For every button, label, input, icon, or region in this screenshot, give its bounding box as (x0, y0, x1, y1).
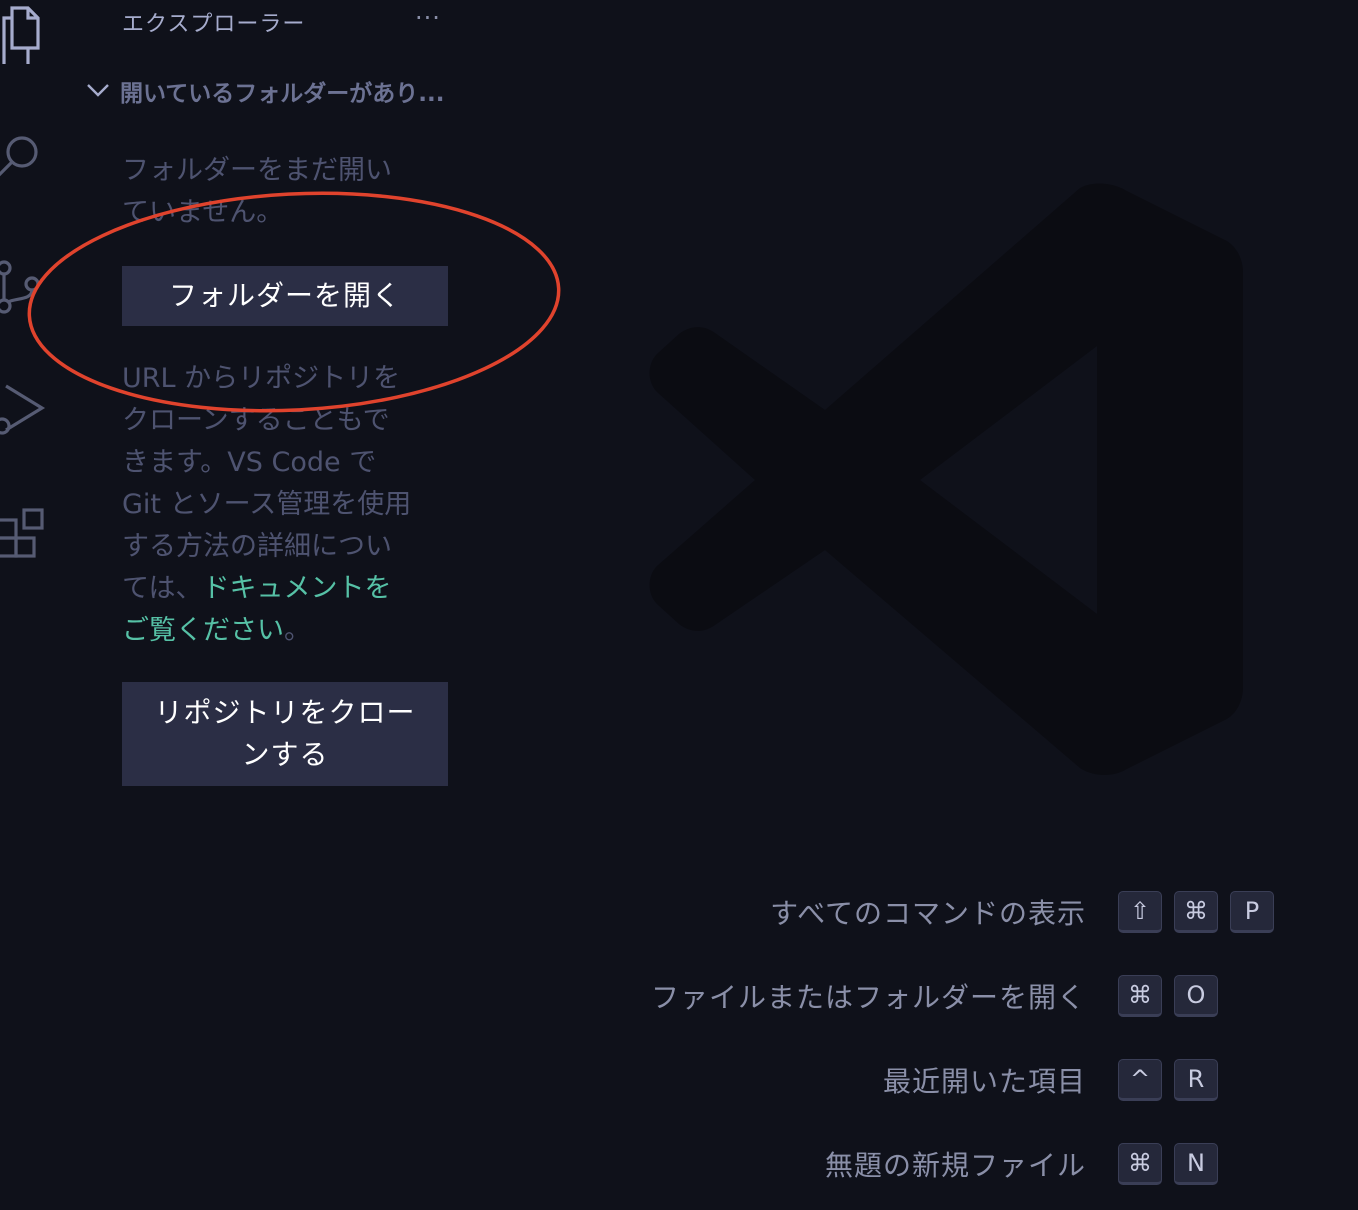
r-key: R (1174, 1059, 1218, 1101)
shortcut-row[interactable]: 最近開いた項目 ^ R (0, 1056, 1358, 1104)
shortcut-row[interactable]: ファイルまたはフォルダーを開く ⌘ O (0, 972, 1358, 1020)
vscode-logo-watermark (649, 183, 1243, 775)
chevron-down-icon (86, 77, 110, 105)
o-key: O (1174, 975, 1218, 1017)
activity-bar (0, 0, 50, 1210)
files-icon[interactable] (0, 6, 48, 64)
clone-button-line: リポジトリをクロー (154, 696, 416, 729)
clone-info-prefix: ては、 (122, 573, 203, 604)
clone-info-line: URL からリポジトリを (122, 363, 401, 394)
shortcut-label: ファイルまたはフォルダーを開く (650, 981, 1086, 1014)
clone-info-line: ご覧ください。 (122, 610, 452, 652)
shift-key: ⇧ (1118, 891, 1162, 933)
command-key: ⌘ (1118, 1143, 1162, 1185)
open-folder-button[interactable]: フォルダーを開く (122, 266, 448, 326)
command-key: ⌘ (1174, 891, 1218, 933)
vscode-window: エクスプローラー ··· 開いているフォルダーがあり... フォルダーをまだ開い… (0, 0, 1358, 1210)
clone-info-line: クローンすることもで (122, 405, 390, 436)
no-folder-message: フォルダーをまだ開い ていません。 (122, 150, 452, 234)
clone-info-line: する方法の詳細につい (122, 531, 392, 562)
shortcut-row[interactable]: すべてのコマンドの表示 ⇧ ⌘ P (0, 888, 1358, 936)
clone-info-line: きます。VS Code で (122, 447, 377, 478)
no-folder-section-header[interactable]: 開いているフォルダーがあり... (86, 74, 445, 108)
clone-info-line: Git とソース管理を使用 (122, 489, 412, 520)
docs-link[interactable]: ご覧ください (122, 615, 284, 646)
run-debug-icon[interactable] (0, 380, 48, 436)
shortcut-keys: ^ R (1118, 1059, 1218, 1101)
command-key: ⌘ (1118, 975, 1162, 1017)
search-icon[interactable] (0, 128, 48, 184)
p-key: P (1230, 891, 1274, 933)
more-actions-icon[interactable]: ··· (415, 4, 441, 32)
no-folder-line: ていません。 (122, 197, 284, 228)
shortcut-row[interactable]: 無題の新規ファイル ⌘ N (0, 1140, 1358, 1188)
explorer-sidebar: エクスプローラー ··· 開いているフォルダーがあり... フォルダーをまだ開い… (50, 0, 570, 1210)
clone-info-text: URL からリポジトリを クローンすることもで きます。VS Code で Gi… (122, 358, 452, 652)
shortcut-label: 無題の新規ファイル (824, 1149, 1086, 1182)
clone-info-suffix: 。 (284, 615, 311, 646)
shortcut-keys: ⇧ ⌘ P (1118, 891, 1274, 933)
clone-button-line: ンする (241, 738, 329, 771)
source-control-icon[interactable] (0, 260, 48, 316)
clone-info-line: ては、ドキュメントを (122, 568, 452, 610)
shortcut-label: 最近開いた項目 (882, 1065, 1086, 1098)
no-folder-line: フォルダーをまだ開い (122, 155, 392, 186)
section-label: 開いているフォルダーがあり... (120, 81, 445, 107)
sidebar-title: エクスプローラー (122, 12, 306, 37)
docs-link[interactable]: ドキュメントを (202, 573, 391, 604)
clone-repository-button[interactable]: リポジトリをクロー ンする (122, 682, 448, 786)
shortcut-keys: ⌘ N (1118, 1143, 1218, 1185)
control-key: ^ (1118, 1059, 1162, 1101)
shortcut-label: すべてのコマンドの表示 (770, 897, 1086, 930)
extensions-icon[interactable] (0, 508, 48, 564)
shortcut-keys: ⌘ O (1118, 975, 1218, 1017)
n-key: N (1174, 1143, 1218, 1185)
